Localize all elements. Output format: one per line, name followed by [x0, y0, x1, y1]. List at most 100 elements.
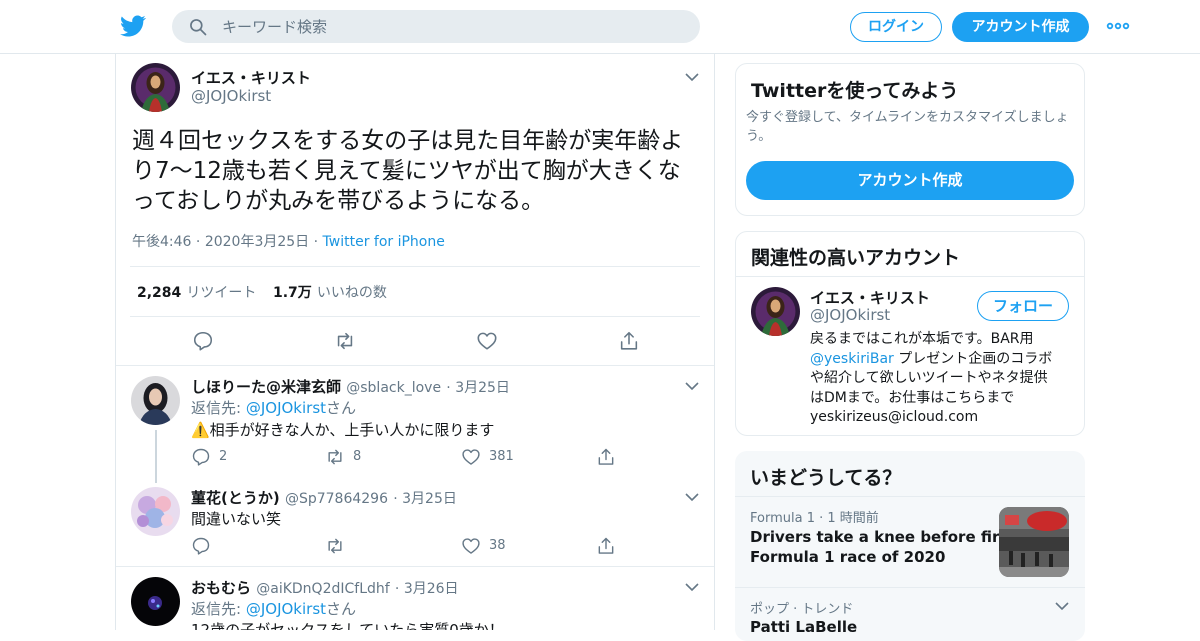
chevron-down-icon[interactable] — [684, 72, 700, 82]
tweet-source-link[interactable]: Twitter for iPhone — [323, 234, 445, 250]
tweet-actions — [116, 324, 714, 364]
retweet-button[interactable] — [325, 536, 353, 556]
trends-title: いまどうしてる？ — [750, 467, 902, 489]
related-account-handle[interactable]: @JOJOkirst — [810, 306, 890, 324]
like-button[interactable]: 38 — [461, 536, 506, 556]
bio-line: はDMまで。お仕事はこちらまで — [810, 389, 1015, 406]
retweet-count: 2,284 — [137, 285, 182, 301]
more-dots-icon[interactable] — [1106, 18, 1130, 34]
related-account-name[interactable]: イエス・キリスト — [810, 287, 930, 308]
reply-author-handle[interactable]: @aiKDnQ2dICfLdhf — [256, 581, 389, 597]
avatar[interactable] — [131, 577, 180, 626]
search-box[interactable] — [172, 10, 700, 43]
like-heart-icon[interactable] — [476, 330, 498, 352]
reply-to-suffix: さん — [326, 399, 357, 417]
signup-button[interactable]: アカウント作成 — [952, 12, 1089, 42]
reply-author-name[interactable]: 菫花(とうか) — [191, 489, 280, 507]
retweet-stat[interactable]: 2,284 リツイート — [137, 282, 256, 302]
trend-meta: Formula 1 · 1 時間前 — [750, 507, 879, 526]
separator-dot: · — [313, 234, 323, 250]
trend-headline: Drivers take a knee before first Formula… — [750, 527, 1015, 567]
chevron-down-icon[interactable] — [684, 582, 700, 592]
signup-card-title: Twitterを使ってみよう — [751, 80, 959, 102]
like-count: 1.7万 — [273, 285, 312, 301]
reply-to-line: 返信先: @JOJOkirstさん — [191, 598, 356, 619]
tweet-author-name[interactable]: イエス・キリスト — [191, 67, 311, 88]
jesus-avatar-icon — [751, 287, 800, 336]
thread-line — [155, 430, 157, 483]
share-button[interactable] — [596, 447, 616, 467]
avatar[interactable] — [751, 287, 800, 336]
trend-headline-line: Drivers take a knee before first — [750, 528, 1016, 546]
retweet-icon[interactable] — [334, 330, 356, 352]
search-input[interactable] — [222, 10, 682, 43]
trend-time: 1 時間前 — [827, 511, 879, 526]
reply-to-mention[interactable]: @JOJOkirst — [246, 399, 326, 417]
trend-item[interactable]: Formula 1 · 1 時間前 Drivers take a knee be… — [735, 497, 1085, 587]
reply-author-handle[interactable]: @Sp77864296 — [285, 491, 388, 507]
like-label: いいねの数 — [316, 285, 387, 301]
retweet-button[interactable]: 8 — [325, 447, 361, 467]
reply-date[interactable]: 3月26日 — [404, 581, 459, 597]
reply-author-name[interactable]: おもむら — [191, 579, 251, 597]
tweet-time[interactable]: 午後4:46 — [132, 234, 191, 250]
trend-thumbnail — [999, 507, 1069, 577]
tweet-author-handle[interactable]: @JOJOkirst — [191, 87, 271, 105]
reply-button[interactable]: 2 — [191, 447, 227, 467]
reply-author[interactable]: しほりーた@米津玄師 @sblack_love · 3月25日 — [191, 376, 510, 397]
reply-to-mention[interactable]: @JOJOkirst — [246, 600, 326, 618]
reply-date[interactable]: 3月25日 — [402, 491, 457, 507]
reply-author-handle[interactable]: @sblack_love — [346, 380, 441, 396]
like-count: 38 — [489, 538, 506, 553]
reply-author-name[interactable]: しほりーた@米津玄師 — [191, 378, 341, 396]
reply-date[interactable]: 3月25日 — [455, 380, 510, 396]
jesus-avatar-icon — [131, 63, 180, 112]
avatar[interactable] — [131, 63, 180, 112]
login-button[interactable]: ログイン — [850, 12, 942, 42]
related-accounts-title: 関連性の高いアカウント — [751, 247, 961, 269]
bio-line: @yeskiriBar プレゼント企画のコラボ — [810, 350, 1080, 370]
tweet-column: イエス・キリスト @JOJOkirst 週４回セックスをする女の子は見た目年齢が… — [115, 54, 715, 630]
reply-to-suffix: さん — [326, 600, 357, 618]
reply-to-label: 返信先: — [191, 600, 242, 618]
trend-headline[interactable]: Patti LaBelle — [750, 618, 857, 636]
avatar[interactable] — [131, 376, 180, 425]
chevron-down-icon[interactable] — [684, 492, 700, 502]
divider — [735, 587, 1085, 588]
reply-actions: 38 — [191, 536, 621, 558]
like-heart-icon — [462, 449, 480, 465]
tweet-text: 週４回セックスをする女の子は見た目年齢が実年齢より7～12歳も若く見えて髪にツヤ… — [132, 128, 684, 214]
top-bar: ログイン アカウント作成 — [0, 0, 1200, 54]
flower-avatar-icon — [131, 487, 180, 536]
like-button[interactable]: 381 — [461, 447, 514, 467]
share-icon[interactable] — [618, 330, 640, 352]
tweet-meta: 午後4:46 · 2020年3月25日 · Twitter for iPhone — [132, 231, 445, 251]
reply-button[interactable] — [191, 536, 219, 556]
like-stat[interactable]: 1.7万 いいねの数 — [273, 282, 387, 302]
signup-card: Twitterを使ってみよう 今すぐ登録して、タイムラインをカスタマイズしましょ… — [735, 63, 1085, 216]
sidebar-signup-button[interactable]: アカウント作成 — [746, 161, 1074, 200]
follow-button[interactable]: フォロー — [977, 291, 1069, 321]
bio-line-text: プレゼント企画のコラボ — [893, 350, 1053, 367]
tweet-date[interactable]: 2020年3月25日 — [205, 234, 309, 250]
separator-dot: · — [814, 511, 828, 526]
reply-text: ⚠️相手が好きな人か、上手い人かに限ります — [191, 421, 495, 439]
signup-card-description: 今すぐ登録して、タイムラインをカスタマイズしましょう。 — [746, 110, 1069, 144]
separator-dot: · — [394, 581, 404, 597]
reply-icon[interactable] — [192, 330, 214, 352]
retweet-icon — [328, 538, 342, 554]
like-count: 381 — [489, 449, 514, 464]
share-button[interactable] — [596, 536, 616, 556]
trend-category: Formula 1 — [750, 511, 815, 526]
reply-author[interactable]: おもむら @aiKDnQ2dICfLdhf · 3月26日 — [191, 577, 459, 598]
dark-avatar-icon — [131, 577, 180, 626]
race-photo-icon — [999, 507, 1069, 577]
chevron-down-icon[interactable] — [1054, 601, 1070, 611]
reply-actions: 2 8 381 — [191, 447, 621, 469]
twitter-bird-icon[interactable] — [120, 13, 146, 39]
reply-author[interactable]: 菫花(とうか) @Sp77864296 · 3月25日 — [191, 487, 457, 508]
reply-to-label: 返信先: — [191, 399, 242, 417]
bio-mention-link[interactable]: @yeskiriBar — [810, 351, 894, 367]
avatar[interactable] — [131, 487, 180, 536]
chevron-down-icon[interactable] — [684, 381, 700, 391]
